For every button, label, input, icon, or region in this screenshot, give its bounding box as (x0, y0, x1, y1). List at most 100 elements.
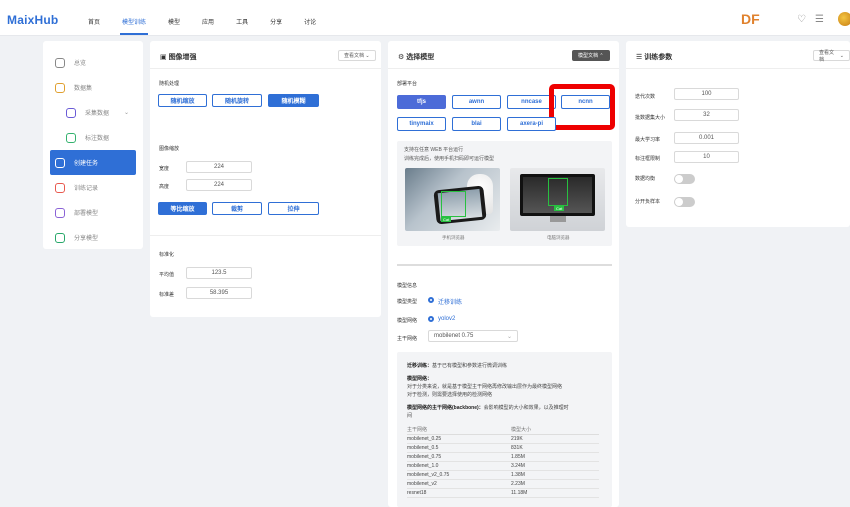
plus-icon (55, 157, 65, 168)
epoch-input[interactable]: 100 (674, 88, 739, 100)
platform-axera-pi-button[interactable]: axera-pi (507, 117, 556, 131)
caption-pc: 电脑浏览器 (547, 235, 570, 240)
user-avatar[interactable] (838, 12, 850, 26)
nav-tools[interactable]: 工具 (236, 17, 248, 35)
table-cell: 219K (511, 434, 599, 444)
negative-sample-label: 分开负样本 (635, 199, 661, 205)
stretch-button[interactable]: 拉伸 (268, 202, 319, 215)
sidebar-item-annotate[interactable]: 标注数据 (43, 125, 143, 150)
highlight-annotation (549, 84, 615, 130)
model-network-value[interactable]: yolov2 (438, 316, 455, 322)
sidebar-item-label: 训练记录 (74, 186, 99, 192)
crop-button[interactable]: 裁剪 (212, 202, 262, 215)
image-resize-label: 图像缩放 (159, 146, 180, 152)
sidebar-item-overview[interactable]: 总览 (43, 50, 143, 75)
learning-rate-input[interactable]: 0.001 (674, 132, 739, 144)
random-process-label: 随机处理 (159, 81, 180, 87)
explain-net-line-1: 对于分类来说，就是基于模型主干网络再修改输出层作为最终模型网络 (407, 384, 563, 390)
learning-rate-label: 最大学习率 (635, 137, 661, 143)
sidebar-item-train-history[interactable]: 训练记录 (43, 175, 143, 200)
backbone-label: 主干网络 (397, 336, 418, 342)
explain-backbone-line-1: 模型网络的主干网络(backbone)：会影响模型的大小和效果，以及推理时 (407, 405, 569, 411)
panel-title: ⚙ 选择模型 (398, 54, 435, 61)
width-input[interactable]: 224 (186, 161, 252, 173)
sidebar-item-label: 总览 (74, 61, 87, 67)
table-cell: 11.18M (511, 488, 599, 498)
sidebar-item-dataset[interactable]: 数据集 (43, 75, 143, 100)
nav-discuss[interactable]: 讨论 (304, 17, 316, 35)
table-cell: resnet18 (407, 488, 511, 498)
augment-doc-button[interactable]: 查看文档 ⌄ (338, 50, 376, 61)
table-cell: mobilenet_v2 (407, 479, 511, 489)
detection-box (441, 191, 466, 217)
explain-backbone-line-2: 间 (407, 413, 413, 419)
width-label: 宽度 (159, 166, 170, 172)
platform-awnn-button[interactable]: awnn (452, 95, 501, 109)
image-augment-panel: ▣ 图像增强 查看文档 ⌄ 随机处理 随机缩放 随机旋转 随机模糊 图像缩放 宽… (150, 41, 381, 317)
model-type-label: 模型类型 (397, 299, 418, 305)
sidebar-item-share[interactable]: 分享模型 (43, 225, 143, 250)
chevron-down-icon[interactable]: ⌄ (124, 109, 129, 116)
algorithm-label: 模型信息 (397, 283, 418, 289)
model-network-radio[interactable] (428, 316, 434, 322)
sidebar-item-label: 标注数据 (85, 136, 110, 142)
model-type-value[interactable]: 迁移训练 (438, 297, 462, 306)
platform-tfjs-button[interactable]: tfjs (397, 95, 446, 109)
table-row: mobilenet_0.5 831K (407, 443, 599, 453)
platform-blai-button[interactable]: blai (452, 117, 501, 131)
sidebar-item-label: 数据集 (74, 86, 93, 92)
table-cell: mobilenet_0.5 (407, 443, 511, 453)
sidebar-item-create-task[interactable]: 创建任务 (50, 150, 136, 175)
table-cell: mobilenet_0.75 (407, 452, 511, 462)
nav-share[interactable]: 分享 (270, 17, 282, 35)
model-doc-button[interactable]: 模型文档 ⌃ (572, 50, 610, 61)
sidebar-item-collect[interactable]: 采集数据 ⌄ (43, 100, 143, 125)
std-input[interactable]: 58.395 (186, 287, 252, 299)
model-type-radio[interactable] (428, 297, 434, 303)
backbone-size-table: 主干网络 模型大小 mobilenet_0.25 219K mobilenet_0… (407, 425, 599, 498)
nav-models[interactable]: 模型 (168, 17, 180, 35)
model-network-label: 模型网络 (397, 318, 418, 324)
max-box-input[interactable]: 10 (674, 151, 739, 163)
divider (626, 68, 850, 69)
keep-ratio-resize-button[interactable]: 等比缩放 (158, 202, 207, 215)
nav-model-training[interactable]: 模型训练 (120, 17, 149, 35)
train-doc-button[interactable]: 查看文档 ⌄ (813, 50, 850, 63)
table-row: mobilenet_0.75 1.85M (407, 452, 599, 462)
data-balance-toggle[interactable] (674, 174, 695, 184)
table-row: mobilenet_v2_0.75 1.38M (407, 470, 599, 480)
column-header: 主干网络 (407, 425, 511, 435)
divider (388, 68, 619, 69)
backbone-select[interactable]: mobilenet 0.75 ⌄ (428, 330, 518, 342)
table-cell: mobilenet_1.0 (407, 461, 511, 471)
batch-size-input[interactable]: 32 (674, 109, 739, 121)
table-cell: mobilenet_v2_0.75 (407, 470, 511, 480)
nav-home[interactable]: 首页 (88, 17, 100, 35)
preview-line-2: 训练完成后，使用手机扫码即可运行模型 (404, 156, 495, 162)
height-label: 高度 (159, 184, 170, 190)
mean-input[interactable]: 123.5 (186, 267, 252, 279)
random-scale-button[interactable]: 随机缩放 (158, 94, 207, 107)
batch-size-label: 批数据集大小 (635, 115, 666, 121)
platform-tinymaix-button[interactable]: tinymaix (397, 117, 446, 131)
detection-label: Cat (441, 217, 452, 222)
deploy-icon (55, 207, 65, 218)
sidebar-item-label: 分享模型 (74, 236, 99, 242)
table-cell: 1.85M (511, 452, 599, 462)
maixhub-logo[interactable]: MaixHub (7, 13, 58, 27)
random-rotate-button[interactable]: 随机旋转 (212, 94, 262, 107)
column-header: 模型大小 (511, 425, 599, 435)
bell-icon[interactable]: ♡ (797, 14, 806, 25)
pc-demo-image: Cat (510, 168, 605, 231)
table-row: mobilenet_1.0 3.24M (407, 461, 599, 471)
language-icon[interactable]: ☰ (815, 14, 824, 25)
sidebar-item-deploy[interactable]: 部署模型 (43, 200, 143, 225)
database-icon (55, 82, 65, 93)
table-row: resnet18 11.18M (407, 488, 599, 498)
random-blur-button[interactable]: 随机模糊 (268, 94, 319, 107)
table-cell: 1.38M (511, 470, 599, 480)
height-input[interactable]: 224 (186, 179, 252, 191)
nav-apps[interactable]: 应用 (202, 17, 214, 35)
monitor-stand (550, 216, 566, 222)
negative-sample-toggle[interactable] (674, 197, 695, 207)
